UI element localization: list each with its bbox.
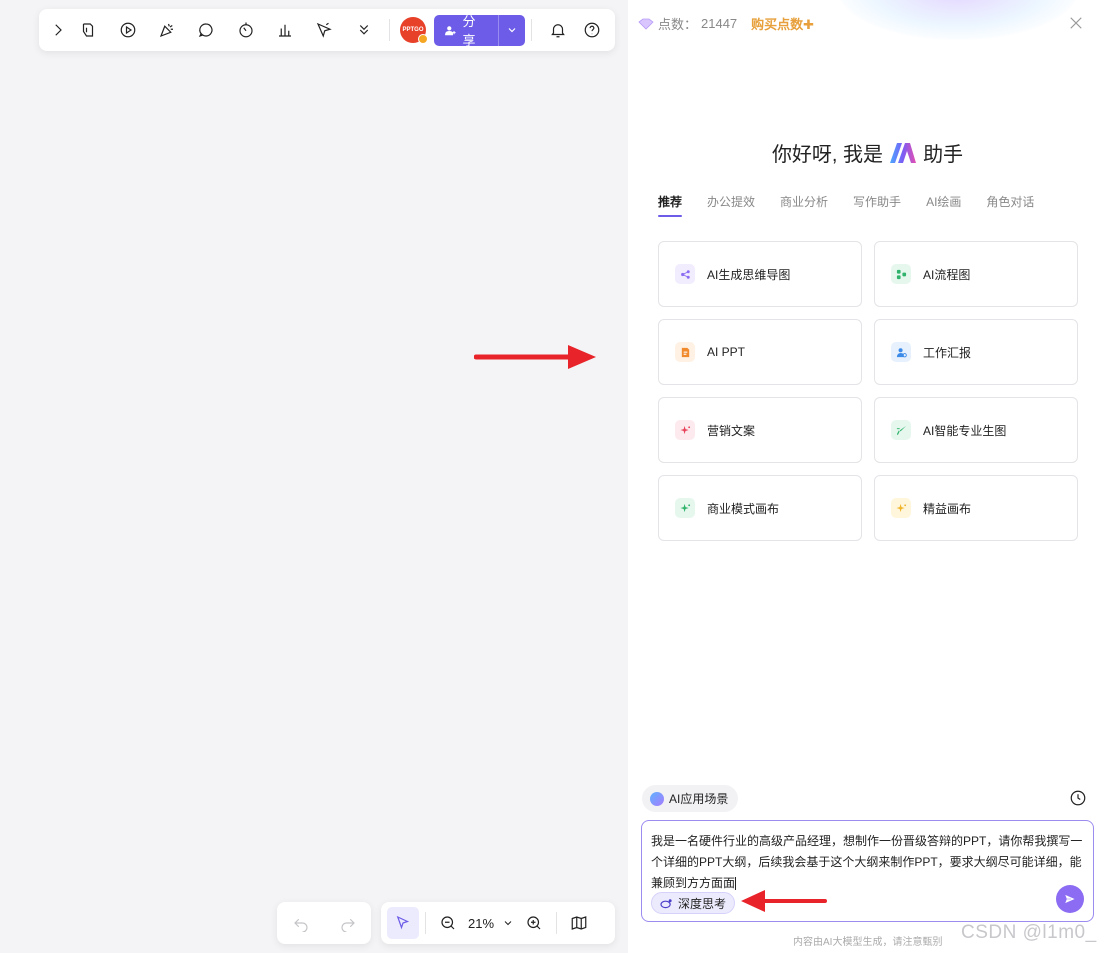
laser-pointer-icon[interactable]: [305, 14, 344, 46]
sparkle-icon: [675, 498, 695, 518]
points-row: 点数： 21447 购买点数✚: [638, 14, 814, 33]
card-flowchart[interactable]: AI流程图: [874, 241, 1078, 307]
map-navigator-icon[interactable]: [563, 907, 595, 939]
points-label: 点数：: [658, 17, 698, 32]
zoom-level-dropdown[interactable]: 21%: [464, 916, 518, 931]
scene-chip-label: AI应用场景: [669, 792, 729, 806]
card-lean-canvas[interactable]: 精益画布: [874, 475, 1078, 541]
scenario-cards: AI生成思维导图 AI流程图 AI PPT 工作汇报 营销文案 AI智能专业生图…: [658, 241, 1078, 541]
undo-icon[interactable]: [285, 907, 317, 939]
card-label: AI生成思维导图: [707, 267, 791, 282]
send-button[interactable]: [1056, 885, 1084, 913]
chevron-down-icon: [504, 921, 512, 926]
tab-recommended[interactable]: 推荐: [658, 193, 683, 217]
sticky-hand-icon[interactable]: [69, 14, 108, 46]
redo-icon[interactable]: [332, 907, 364, 939]
toolbar-divider: [556, 912, 558, 934]
deep-think-icon: [660, 898, 672, 908]
red-arrow-annotation: [741, 890, 827, 912]
tab-business-analysis[interactable]: 商业分析: [780, 193, 828, 217]
card-label: AI流程图: [923, 267, 971, 282]
card-label: AI PPT: [707, 345, 746, 359]
tab-role-chat[interactable]: 角色对话: [986, 193, 1034, 217]
top-toolbar: PPTGO 分享: [39, 9, 615, 51]
card-business-model-canvas[interactable]: 商业模式画布: [658, 475, 862, 541]
bell-icon[interactable]: [538, 14, 577, 46]
greeting-prefix: 你好呀, 我是: [771, 144, 884, 166]
zoom-level: 21%: [468, 915, 495, 931]
card-mindmap[interactable]: AI生成思维导图: [658, 241, 862, 307]
text-caret: [735, 877, 737, 891]
watermark: CSDN @l1m0_: [961, 922, 1097, 943]
ai-scene-button[interactable]: AI应用场景: [642, 785, 739, 812]
history-clock-icon[interactable]: [1069, 789, 1087, 807]
avatar[interactable]: PPTGO: [400, 17, 428, 44]
add-user-icon: [444, 25, 456, 35]
scene-logo-icon: [650, 791, 664, 806]
vote-chart-icon[interactable]: [265, 14, 304, 46]
category-tabs: 推荐 办公提效 商业分析 写作助手 AI绘画 角色对话: [658, 193, 1034, 217]
whiteboard-canvas[interactable]: PPTGO 分享 21%: [0, 0, 628, 953]
gem-icon: [638, 18, 654, 30]
sparkle-icon: [675, 420, 695, 440]
card-label: 工作汇报: [923, 345, 972, 360]
zoom-in-icon[interactable]: [518, 907, 550, 939]
share-dropdown-button[interactable]: [497, 14, 525, 46]
timer-icon[interactable]: [226, 14, 265, 46]
celebrate-icon[interactable]: [147, 14, 186, 46]
toolbar-divider: [425, 912, 426, 934]
tab-office[interactable]: 办公提效: [707, 193, 755, 217]
toolbar-divider: [531, 19, 533, 41]
prompt-textarea[interactable]: 我是一名硬件行业的高级产品经理，想制作一份晋级答辩的PPT，请你帮我撰写一个详细…: [651, 831, 1086, 894]
card-marketing-copy[interactable]: 营销文案: [658, 397, 862, 463]
close-icon[interactable]: [1067, 14, 1085, 32]
prompt-text: 我是一名硬件行业的高级产品经理，想制作一份晋级答辩的PPT，请你帮我撰写一个详细…: [651, 834, 1083, 890]
zoom-out-icon[interactable]: [432, 907, 464, 939]
zoom-bar: 21%: [381, 902, 615, 944]
card-label: 营销文案: [707, 423, 756, 438]
expand-chevron-icon[interactable]: [47, 14, 69, 46]
share-main-button[interactable]: 分享: [434, 15, 498, 46]
help-icon[interactable]: [578, 14, 608, 46]
more-chevrons-icon[interactable]: [344, 14, 383, 46]
card-label: 商业模式画布: [707, 501, 780, 516]
ai-assistant-panel: 点数： 21447 购买点数✚ 你好呀, 我是 助手 推荐 办公提效 商业分析 …: [628, 0, 1107, 953]
card-ai-ppt[interactable]: AI PPT: [658, 319, 862, 385]
greeting-heading: 你好呀, 我是 助手: [628, 138, 1107, 167]
tab-writing[interactable]: 写作助手: [853, 193, 901, 217]
brush-icon: [891, 420, 911, 440]
prompt-input-box[interactable]: 我是一名硬件行业的高级产品经理，想制作一份晋级答辩的PPT，请你帮我撰写一个详细…: [641, 820, 1094, 922]
ppt-file-icon: [675, 342, 695, 362]
play-presentation-icon[interactable]: [108, 14, 147, 46]
card-work-report[interactable]: 工作汇报: [874, 319, 1078, 385]
share-button[interactable]: 分享: [433, 14, 526, 46]
share-label: 分享: [462, 14, 476, 46]
sparkle-icon: [891, 498, 911, 518]
header-glow: [838, 0, 1078, 40]
undo-redo-bar: [277, 902, 371, 944]
select-cursor-icon[interactable]: [387, 907, 419, 939]
red-arrow-annotation: [474, 345, 596, 369]
assistant-logo-icon: [890, 142, 917, 163]
mindmap-icon: [675, 264, 695, 284]
ai-disclaimer: 内容由AI大模型生成，请注意甄别: [793, 937, 943, 948]
points-value: 21447: [701, 16, 738, 31]
report-person-icon: [891, 342, 911, 362]
deep-think-label: 深度思考: [678, 896, 727, 911]
card-ai-image-gen[interactable]: AI智能专业生图: [874, 397, 1078, 463]
card-label: AI智能专业生图: [923, 423, 1007, 438]
buy-points-link[interactable]: 购买点数✚: [751, 14, 814, 33]
flowchart-icon: [891, 264, 911, 284]
deep-think-toggle[interactable]: 深度思考: [651, 892, 736, 914]
chevron-down-icon: [508, 28, 516, 33]
greeting-suffix: 助手: [923, 144, 964, 166]
comment-icon[interactable]: [187, 14, 226, 46]
tab-ai-drawing[interactable]: AI绘画: [926, 193, 961, 217]
toolbar-divider: [389, 19, 391, 41]
send-icon: [1064, 893, 1076, 905]
card-label: 精益画布: [923, 501, 972, 516]
